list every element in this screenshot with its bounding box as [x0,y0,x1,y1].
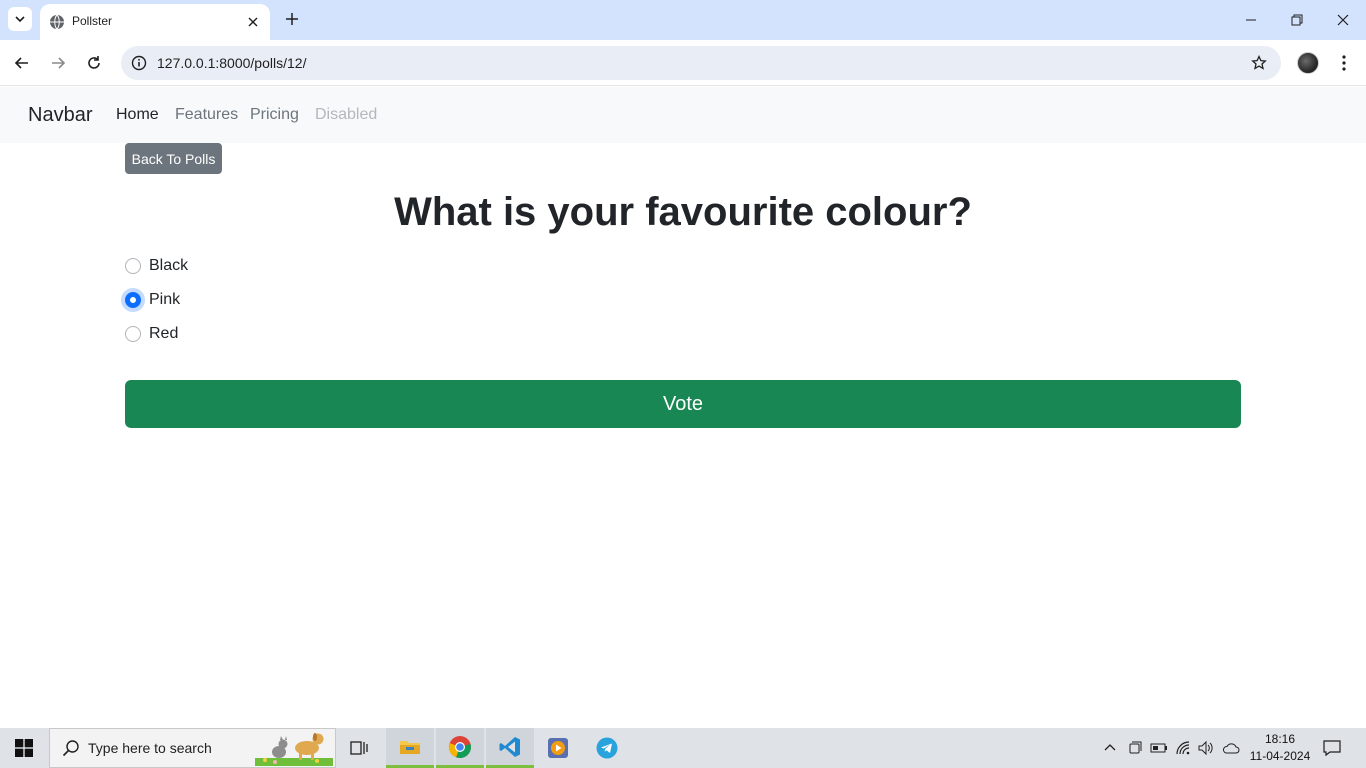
radio-pink[interactable] [125,292,141,308]
more-vert-icon [1342,55,1346,71]
arrow-left-icon [14,57,28,69]
globe-icon [50,14,64,30]
minimize-button[interactable] [1241,10,1261,30]
battery-icon [1150,743,1167,753]
arrow-right-icon [52,57,66,69]
info-icon [131,55,147,71]
tray-battery[interactable] [1149,738,1169,758]
url-text[interactable]: 127.0.0.1:8000/polls/12/ [157,55,306,71]
taskbar-media-app[interactable] [534,728,582,768]
vote-button[interactable]: Vote [125,380,1241,428]
browser-tabstrip: Pollster [0,0,1366,40]
cloud-icon [1222,743,1240,754]
media-player-icon [548,738,568,758]
search-placeholder: Type here to search [88,740,212,756]
chevron-up-icon [1104,744,1116,751]
notification-icon [1323,740,1341,757]
clock-time: 18:16 [1264,732,1296,746]
radio-red[interactable] [125,326,141,342]
reload-icon [88,56,100,69]
reload-button[interactable] [82,51,106,75]
vscode-icon [499,736,520,757]
radio-black[interactable] [125,258,141,274]
taskbar-chrome[interactable] [436,728,484,768]
telegram-icon [596,737,618,759]
bookmark-button[interactable] [1249,53,1269,73]
minimize-icon [1246,19,1256,21]
new-tab-button[interactable] [282,9,302,29]
task-view-button[interactable] [336,728,384,768]
poll-question: What is your favourite colour? [394,190,972,234]
restore-button[interactable] [1287,10,1307,30]
taskbar-clock[interactable]: 18:16 11-04-2024 [1246,731,1314,765]
nav-link-pricing[interactable]: Pricing [250,106,299,124]
site-info-button[interactable] [129,53,149,73]
tray-onedrive[interactable] [1221,738,1241,758]
tab-close-button[interactable] [244,13,262,31]
close-window-button[interactable] [1333,10,1353,30]
restore-icon [1291,14,1303,26]
search-highlight-illustration [255,733,333,766]
nav-link-home[interactable]: Home [116,106,159,124]
taskbar-telegram[interactable] [583,728,631,768]
choice-pink[interactable]: Pink [125,290,180,310]
close-icon [248,17,258,27]
choice-label: Black [149,257,189,274]
task-view-icon [350,741,368,755]
browser-menu-button[interactable] [1334,52,1354,74]
speaker-icon [1198,740,1213,756]
navbar-brand[interactable]: Navbar [28,104,92,127]
meet-icon [1129,741,1142,754]
windows-icon [15,739,33,757]
browser-toolbar: 127.0.0.1:8000/polls/12/ [0,40,1366,86]
choice-red[interactable]: Red [125,324,178,344]
notifications-button[interactable] [1322,738,1344,758]
folder-icon [400,740,420,754]
choice-black[interactable]: Black [125,256,188,276]
choice-label: Red [149,325,179,342]
choice-label: Pink [149,291,181,308]
forward-nav-button[interactable] [46,51,70,75]
chrome-icon [448,735,471,758]
taskbar-file-explorer[interactable] [386,728,434,768]
taskbar: Type here to search 18:16 11-04-2024 [0,728,1366,768]
browser-tab[interactable]: Pollster [40,4,270,40]
close-icon [1337,14,1349,26]
profile-avatar[interactable] [1297,52,1319,74]
clock-date: 11-04-2024 [1249,749,1311,763]
wifi-icon [1176,741,1190,755]
tray-volume[interactable] [1196,738,1216,758]
tray-network[interactable] [1173,738,1193,758]
taskbar-vscode[interactable] [486,728,534,768]
search-icon [62,740,79,757]
tab-search-button[interactable] [8,7,32,31]
tray-meet-now[interactable] [1125,738,1145,758]
star-icon [1251,55,1267,70]
plus-icon [286,13,298,25]
chevron-down-icon [15,16,25,23]
nav-link-disabled: Disabled [315,106,378,123]
site-navbar: Navbar Home Features Pricing Disabled [0,87,1366,143]
address-bar[interactable]: 127.0.0.1:8000/polls/12/ [121,46,1281,80]
nav-link-features[interactable]: Features [175,106,238,124]
back-nav-button[interactable] [10,51,34,75]
taskbar-search[interactable]: Type here to search [49,728,336,768]
tab-title: Pollster [72,14,113,28]
tray-overflow-button[interactable] [1100,738,1120,758]
back-to-polls-button[interactable]: Back To Polls [125,143,222,174]
start-button[interactable] [0,728,48,768]
